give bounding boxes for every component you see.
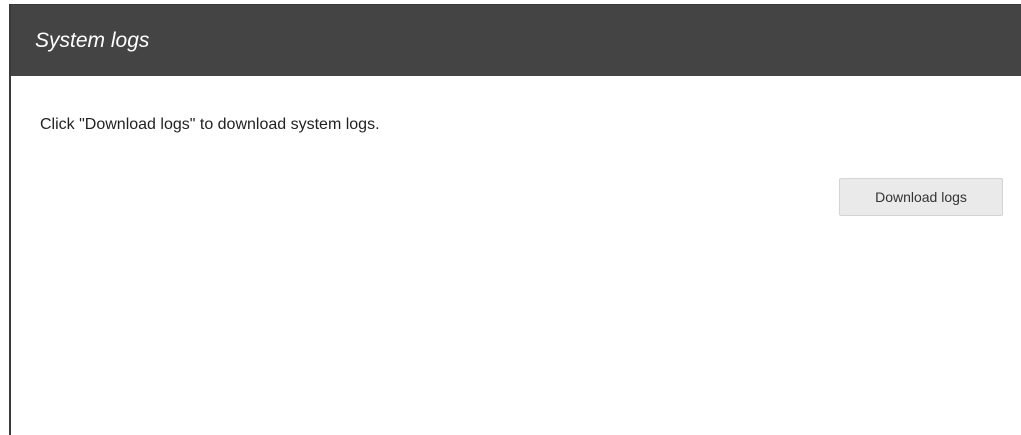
description-text: Click "Download logs" to download system… [40, 116, 380, 133]
panel-header: System logs [11, 5, 1021, 76]
download-logs-button[interactable]: Download logs [839, 178, 1003, 216]
panel-title: System logs [35, 28, 150, 52]
system-logs-panel: System logs Click "Download logs" to dow… [9, 4, 1021, 435]
